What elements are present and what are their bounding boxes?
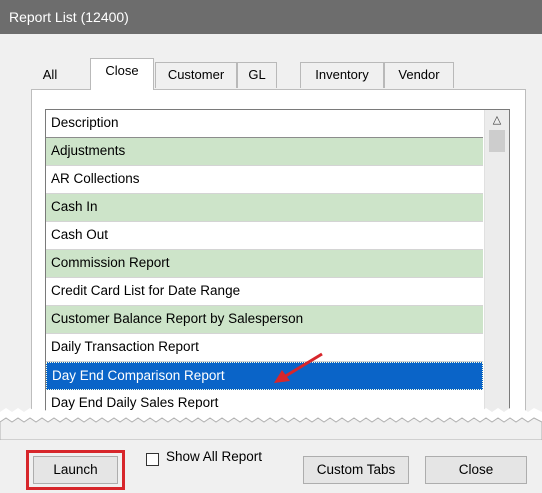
list-item[interactable]: AR Collections [46, 166, 483, 194]
list-item[interactable]: Cash Out [46, 222, 483, 250]
list-item[interactable]: Daily Transaction Report [46, 334, 483, 362]
tab-vendor[interactable]: Vendor [384, 62, 454, 88]
scroll-up-arrow-icon[interactable]: △ [485, 110, 509, 130]
launch-button-highlight [26, 450, 125, 490]
scrollbar-thumb[interactable] [489, 130, 505, 152]
list-item[interactable]: Commission Report [46, 250, 483, 278]
close-button[interactable]: Close [425, 456, 527, 484]
vertical-scrollbar[interactable]: △ [484, 110, 509, 413]
annotation-arrow-icon [274, 352, 323, 383]
tab-gl[interactable]: GL [237, 62, 277, 88]
report-list-window: Report List (12400) All Close Customer G… [0, 0, 542, 493]
torn-edge-divider [0, 408, 542, 440]
tab-close[interactable]: Close [90, 58, 154, 90]
list-item[interactable]: Customer Balance Report by Salesperson [46, 306, 483, 334]
custom-tabs-button[interactable]: Custom Tabs [303, 456, 409, 484]
list-item[interactable]: Adjustments [46, 138, 483, 166]
list-item[interactable]: Credit Card List for Date Range [46, 278, 483, 306]
tab-all[interactable]: All [33, 62, 67, 88]
show-all-report-checkbox[interactable] [146, 453, 159, 466]
column-header-description[interactable]: Description [46, 110, 483, 138]
tab-inventory[interactable]: Inventory [300, 62, 384, 88]
list-item-selected[interactable]: Day End Comparison Report [46, 362, 483, 390]
tab-customer[interactable]: Customer [155, 62, 237, 88]
show-all-report-label[interactable]: Show All Report [166, 449, 262, 464]
list-item[interactable]: Cash In [46, 194, 483, 222]
window-title: Report List (12400) [0, 0, 542, 34]
